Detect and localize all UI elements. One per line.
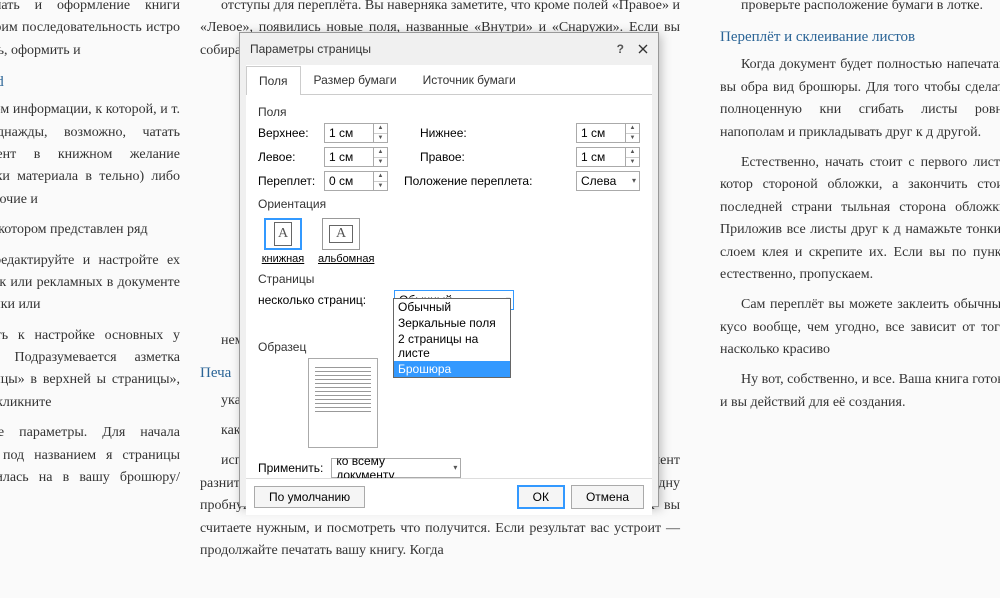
orientation-label: альбомная <box>318 253 374 265</box>
orientation-landscape[interactable]: A альбомная <box>316 215 366 268</box>
orientation-label: книжная <box>262 253 305 265</box>
tab-fields[interactable]: Поля <box>246 66 301 95</box>
page-setup-dialog: Параметры страницы ? Поля Размер бумаги … <box>239 32 659 507</box>
spinner-down-icon[interactable]: ▼ <box>374 158 387 167</box>
multi-pages-dropdown: Обычный Зеркальные поля 2 страницы на ли… <box>393 298 511 378</box>
spinner-down-icon[interactable]: ▼ <box>626 134 639 143</box>
bg-text: твом информации, к которой, и т. д. Одна… <box>0 99 180 211</box>
background-text-col1: печать и оформление книги ссмотрим после… <box>0 0 180 520</box>
default-button[interactable]: По умолчанию <box>254 486 365 508</box>
group-orientation: Ориентация <box>258 197 640 211</box>
group-margins: Поля <box>258 105 640 119</box>
input-top[interactable] <box>325 124 373 142</box>
bg-text: печать и оформление книги ссмотрим после… <box>0 0 180 62</box>
spinner-down-icon[interactable]: ▼ <box>374 182 387 191</box>
spinner-up-icon[interactable]: ▲ <box>626 124 639 134</box>
label-bottom: Нижнее: <box>420 126 480 140</box>
label-gutter-pos: Положение переплета: <box>404 174 534 188</box>
spinner-left[interactable]: ▲▼ <box>324 147 388 167</box>
bg-heading: в Word <box>0 70 180 94</box>
bg-text: Сам переплёт вы можете заклеить обычным … <box>720 294 1000 361</box>
input-right[interactable] <box>577 148 625 166</box>
select-value: ко всему документу <box>336 454 442 478</box>
spinner-down-icon[interactable]: ▼ <box>374 134 387 143</box>
dialog-titlebar[interactable]: Параметры страницы ? <box>240 33 658 65</box>
dropdown-option-booklet[interactable]: Брошюра <box>394 361 510 377</box>
bg-text: , в котором представлен ряд <box>0 219 180 241</box>
bg-text: Ну вот, собственно, и все. Ваша книга го… <box>720 369 1000 414</box>
spinner-top[interactable]: ▲▼ <box>324 123 388 143</box>
input-bottom[interactable] <box>577 124 625 142</box>
sample-preview <box>308 358 378 448</box>
bg-text: отредактируйте и настройте ех ошибок или… <box>0 250 180 317</box>
caret-down-icon: ▾ <box>453 463 457 472</box>
spinner-up-icon[interactable]: ▲ <box>626 148 639 158</box>
spinner-bottom[interactable]: ▲▼ <box>576 123 640 143</box>
landscape-icon: A <box>322 218 360 250</box>
input-gutter[interactable] <box>325 172 373 190</box>
dialog-title: Параметры страницы <box>250 42 371 56</box>
spinner-up-icon[interactable]: ▲ <box>374 148 387 158</box>
label-top: Верхнее: <box>258 126 318 140</box>
close-icon <box>638 44 648 54</box>
label-left: Левое: <box>258 150 318 164</box>
spinner-up-icon[interactable]: ▲ <box>374 172 387 182</box>
orientation-portrait[interactable]: A книжная <box>258 215 308 268</box>
caret-down-icon: ▾ <box>632 176 636 185</box>
input-left[interactable] <box>325 148 373 166</box>
cancel-button[interactable]: Отмена <box>571 485 644 509</box>
bg-text: ные параметры. Для начала меню под назва… <box>0 422 180 512</box>
dialog-tabs: Поля Размер бумаги Источник бумаги <box>246 65 652 95</box>
dropdown-option-normal[interactable]: Обычный <box>394 299 510 315</box>
ok-button[interactable]: ОК <box>517 485 565 509</box>
label-gutter: Переплет: <box>258 174 318 188</box>
background-text-col3: проверьте расположение бумаги в лотке. П… <box>720 0 1000 422</box>
spinner-down-icon[interactable]: ▼ <box>626 158 639 167</box>
bg-text: Естественно, начать стоит с первого лист… <box>720 152 1000 286</box>
dropdown-option-two-per-sheet[interactable]: 2 страницы на листе <box>394 331 510 361</box>
group-pages: Страницы <box>258 272 640 286</box>
select-gutter-pos[interactable]: Слева ▾ <box>576 171 640 191</box>
portrait-icon: A <box>264 218 302 250</box>
label-apply: Применить: <box>258 461 323 475</box>
tab-paper-source[interactable]: Источник бумаги <box>410 65 529 94</box>
tab-paper-size[interactable]: Размер бумаги <box>301 65 410 94</box>
help-button[interactable]: ? <box>617 42 624 56</box>
spinner-up-icon[interactable]: ▲ <box>374 124 387 134</box>
bg-heading: Переплёт и склеивание листов <box>720 25 1000 49</box>
select-apply-to[interactable]: ко всему документу ▾ <box>331 458 461 478</box>
bg-text: Когда документ будет полностью напечатан… <box>720 54 1000 144</box>
spinner-right[interactable]: ▲▼ <box>576 147 640 167</box>
close-button[interactable] <box>634 39 652 59</box>
label-multi-pages: несколько страниц: <box>258 293 388 307</box>
spinner-gutter[interactable]: ▲▼ <box>324 171 388 191</box>
bg-text: проверьте расположение бумаги в лотке. <box>720 0 1000 17</box>
bg-text: дить к настройке основных у книгу. Подра… <box>0 325 180 415</box>
label-right: Правое: <box>420 150 480 164</box>
dropdown-option-mirror[interactable]: Зеркальные поля <box>394 315 510 331</box>
select-value: Слева <box>581 174 616 188</box>
